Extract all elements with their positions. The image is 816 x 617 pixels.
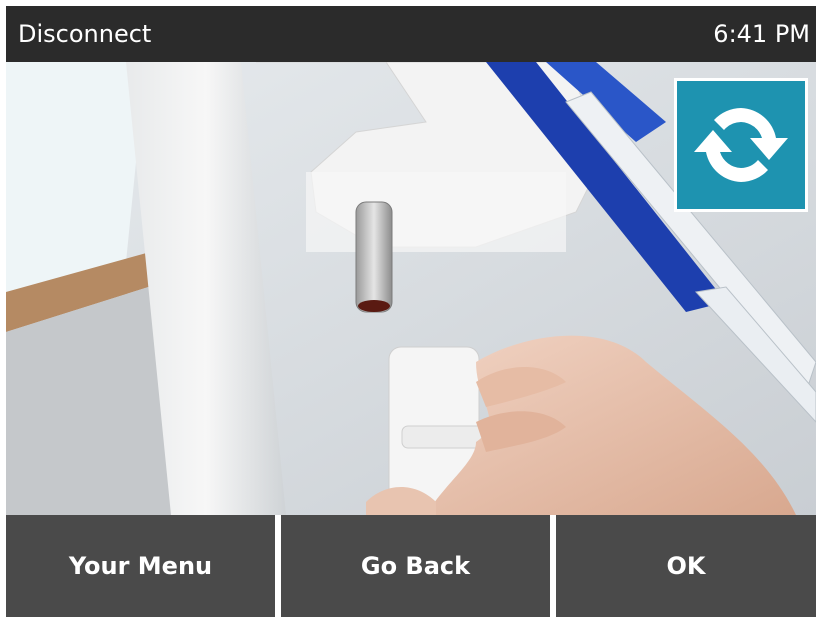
button-bar: Your Menu Go Back OK bbox=[6, 515, 816, 617]
device-screen: Disconnect 6:41 PM Your Menu Go Back OK bbox=[6, 6, 816, 617]
refresh-icon bbox=[694, 108, 788, 182]
clock: 6:41 PM bbox=[713, 20, 810, 48]
your-menu-button[interactable]: Your Menu bbox=[6, 515, 275, 617]
go-back-button[interactable]: Go Back bbox=[281, 515, 550, 617]
instruction-image bbox=[6, 62, 816, 515]
ok-button[interactable]: OK bbox=[556, 515, 816, 617]
refresh-button[interactable] bbox=[674, 78, 808, 212]
page-title: Disconnect bbox=[18, 20, 152, 48]
status-bar: Disconnect 6:41 PM bbox=[6, 6, 816, 62]
